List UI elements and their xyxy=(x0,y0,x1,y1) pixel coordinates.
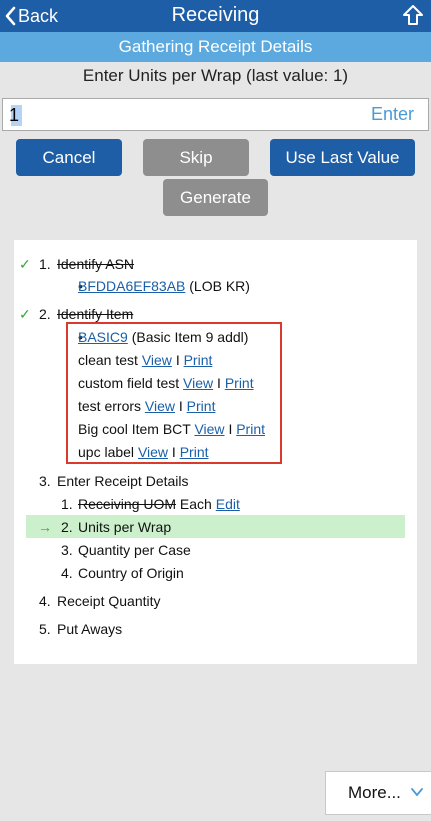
more-label: More... xyxy=(348,783,401,802)
check-icon: ✓ xyxy=(19,306,31,322)
step-put-aways: 5. Put Aways xyxy=(39,621,123,637)
home-up-arrow-icon xyxy=(403,5,423,25)
top-bar: Back Receiving xyxy=(0,0,431,32)
current-arrow-icon: → xyxy=(38,519,52,535)
step-identify-asn: ✓ 1. Identify ASN xyxy=(14,253,417,275)
view-link[interactable]: View xyxy=(194,421,224,437)
print-link[interactable]: Print xyxy=(236,421,265,437)
skip-button[interactable]: Skip xyxy=(143,139,249,176)
enter-button[interactable]: Enter xyxy=(371,104,414,125)
units-per-wrap-field[interactable]: Enter xyxy=(2,98,429,131)
prompt-text: Enter Units per Wrap (last value: 1) xyxy=(82,66,349,85)
label-row-clean-test: clean test View I Print xyxy=(78,352,213,368)
edit-link[interactable]: Edit xyxy=(216,496,240,512)
item-note: (Basic Item 9 addl) xyxy=(131,329,249,345)
steps-panel: ✓ 1. Identify ASN • BFDDA6EF83AB (LOB KR… xyxy=(14,240,417,664)
label-row-test-errors: test errors View I Print xyxy=(78,398,216,414)
print-link[interactable]: Print xyxy=(180,444,209,460)
step-receipt-quantity: 4. Receipt Quantity xyxy=(39,593,161,609)
sub-header: Gathering Receipt Details xyxy=(0,32,431,62)
more-button[interactable]: More... xyxy=(325,771,431,815)
view-link[interactable]: View xyxy=(138,444,168,460)
label-row-upc-label: upc label View I Print xyxy=(78,444,209,460)
label-row-custom-field-test: custom field test View I Print xyxy=(78,375,254,391)
home-button[interactable] xyxy=(401,3,425,27)
chevron-down-icon xyxy=(411,788,423,796)
view-link[interactable]: View xyxy=(145,398,175,414)
view-link[interactable]: View xyxy=(183,375,213,391)
item-link[interactable]: BASIC9 xyxy=(78,329,128,345)
use-last-value-button[interactable]: Use Last Value xyxy=(270,139,415,176)
generate-button[interactable]: Generate xyxy=(163,179,268,216)
units-per-wrap-input[interactable] xyxy=(9,103,349,127)
substep-country-of-origin: 4. Country of Origin xyxy=(61,565,184,581)
cancel-button[interactable]: Cancel xyxy=(16,139,122,176)
asn-note: (LOB KR) xyxy=(189,278,250,294)
page-title: Receiving xyxy=(171,4,260,26)
item-detail: • BASIC9 (Basic Item 9 addl) xyxy=(14,326,417,348)
substep-quantity-per-case: 3. Quantity per Case xyxy=(61,542,191,558)
print-link[interactable]: Print xyxy=(187,398,216,414)
print-link[interactable]: Print xyxy=(184,352,213,368)
view-link[interactable]: View xyxy=(142,352,172,368)
substep-units-per-wrap: → 2. Units per Wrap xyxy=(14,516,417,538)
check-icon: ✓ xyxy=(19,256,31,272)
asn-detail: • BFDDA6EF83AB (LOB KR) xyxy=(14,275,417,297)
asn-link[interactable]: BFDDA6EF83AB xyxy=(78,278,185,294)
label-row-big-cool-item: Big cool Item BCT View I Print xyxy=(78,421,266,437)
step-enter-receipt-details: 3. Enter Receipt Details xyxy=(39,473,189,489)
print-link[interactable]: Print xyxy=(225,375,254,391)
substep-receiving-uom: 1. Receiving UOM Each Edit xyxy=(61,496,240,512)
